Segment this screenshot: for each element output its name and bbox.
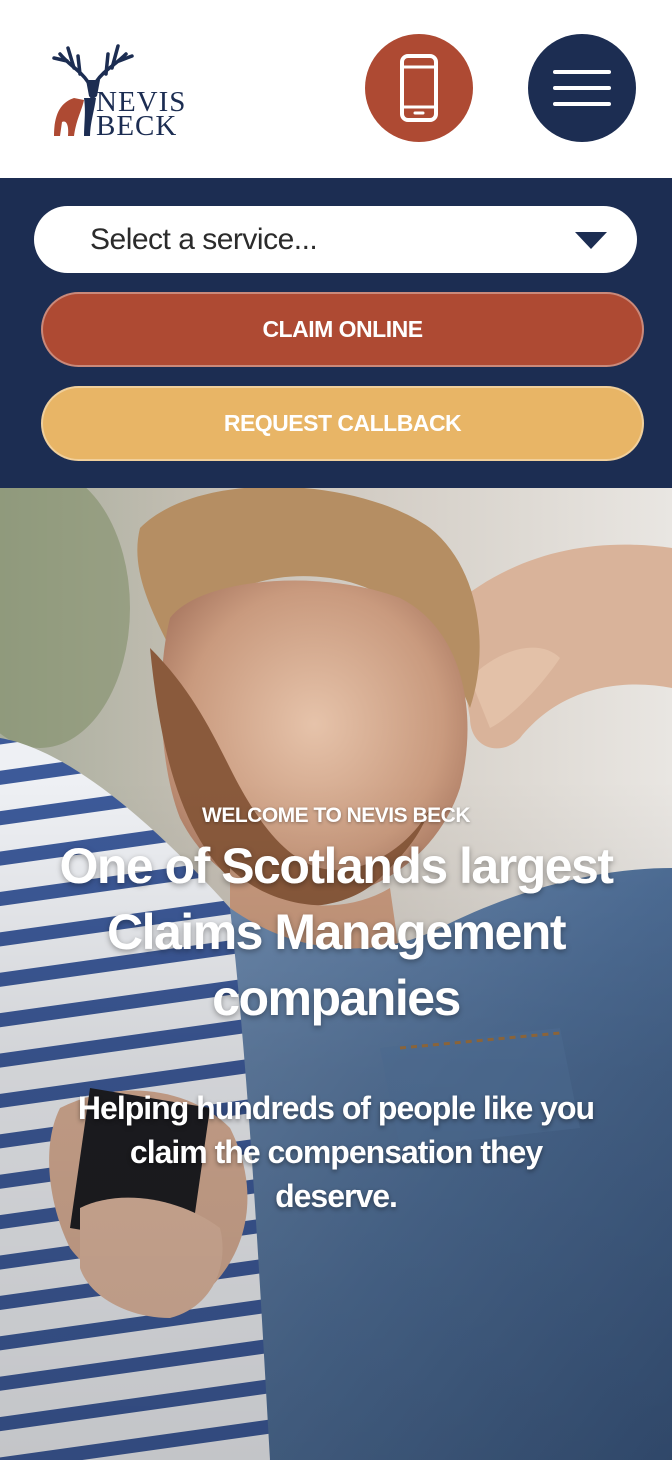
hero-subheadline-line: claim the compensation they: [129, 1134, 543, 1170]
hero-subheadline-line: deserve.: [275, 1178, 398, 1214]
hero-headline: One of Scotlands largest Claims Manageme…: [20, 833, 652, 1031]
logo-wordmark: NEVIS BECK: [96, 88, 186, 142]
hero-headline-line: One of Scotlands largest: [59, 838, 614, 894]
nevis-beck-logo[interactable]: NEVIS BECK: [50, 40, 210, 142]
logo-word-2: BECK: [96, 110, 178, 142]
hero-subheadline: Helping hundreds of people like you clai…: [30, 1086, 642, 1218]
service-select-value: Select a service...: [90, 222, 318, 256]
claim-online-button[interactable]: CLAIM ONLINE: [41, 292, 644, 367]
hero-eyebrow: WELCOME TO NEVIS BECK: [202, 804, 470, 827]
hero-headline-line: companies: [212, 970, 461, 1026]
hamburger-menu-icon: [553, 70, 611, 106]
request-callback-button[interactable]: REQUEST CALLBACK: [41, 386, 644, 461]
phone-icon: [400, 54, 438, 122]
caret-down-icon: [575, 232, 607, 249]
call-button[interactable]: [365, 34, 473, 142]
hero-headline-line: Claims Management: [107, 904, 566, 960]
site-header: NEVIS BECK: [0, 0, 672, 178]
hero-section: WELCOME TO NEVIS BECK One of Scotlands l…: [0, 488, 672, 1460]
menu-button[interactable]: [528, 34, 636, 142]
hero-subheadline-line: Helping hundreds of people like you: [77, 1090, 595, 1126]
service-select[interactable]: Select a service...: [34, 206, 637, 273]
